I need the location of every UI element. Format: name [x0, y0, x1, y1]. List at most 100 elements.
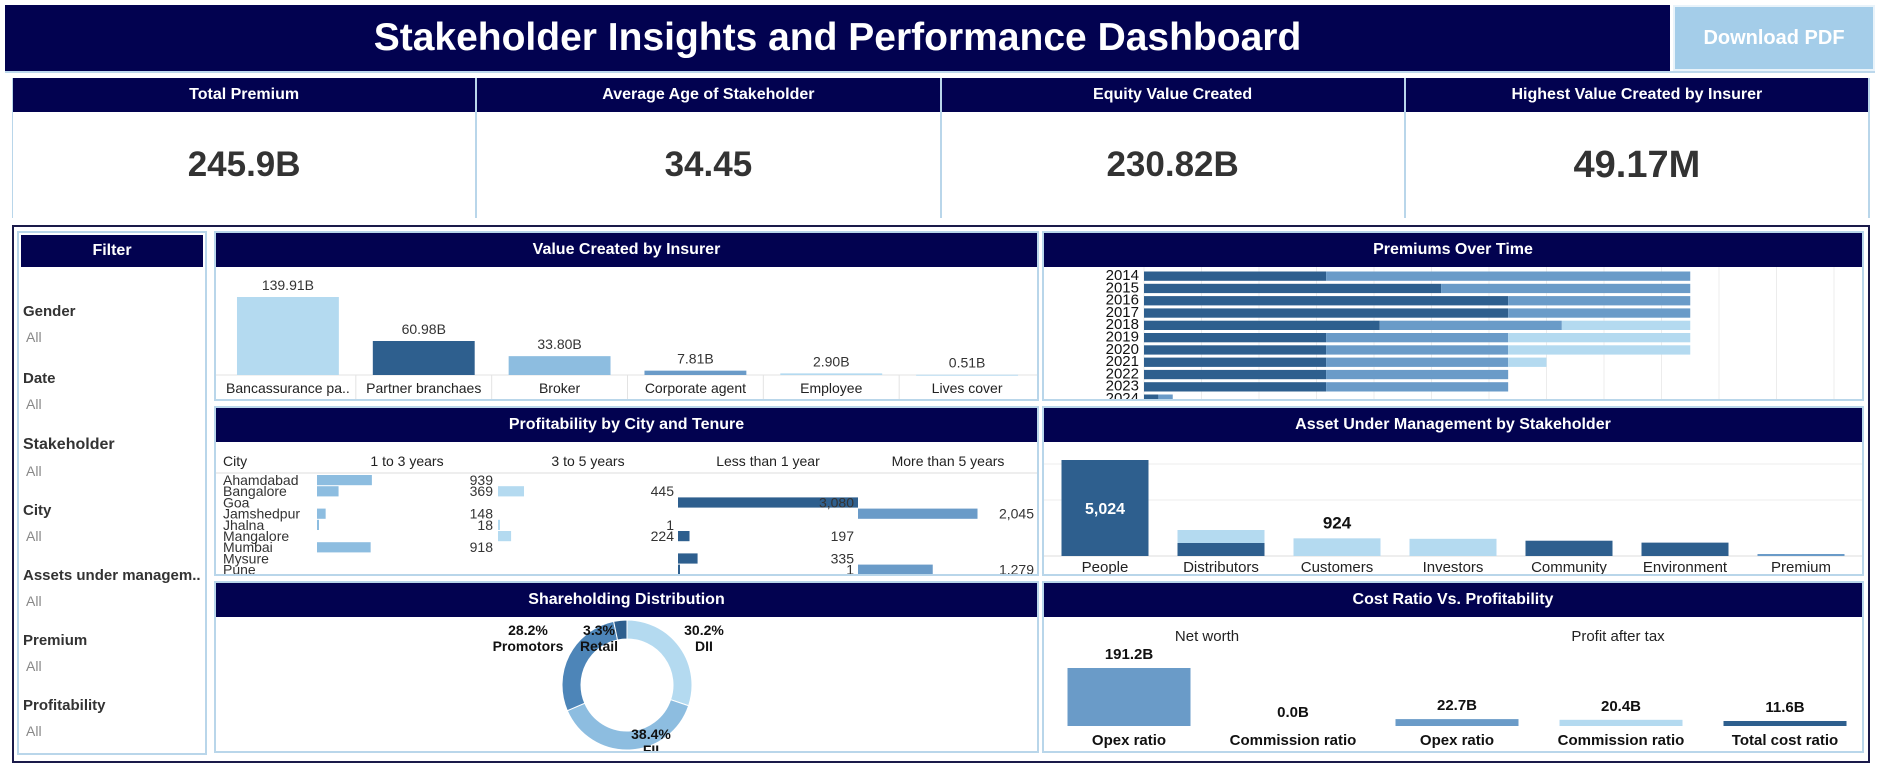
bar-segment: [1144, 320, 1380, 330]
bar: [1525, 540, 1613, 556]
panel-title: Shareholding Distribution: [216, 583, 1037, 617]
year-label: 2024: [1106, 390, 1139, 399]
bar-segment: [1326, 357, 1509, 367]
tick-label: Community: [1531, 559, 1607, 574]
bar-segment: [1508, 296, 1691, 306]
data-label: 11.6B: [1765, 699, 1804, 716]
tick-label: Investors: [1423, 559, 1484, 574]
data-label: 445: [651, 483, 675, 499]
cost-ratio-chart: Net worth Profit after tax 191.2B Opex rati…: [1067, 628, 1847, 749]
bar-segment: [1508, 345, 1691, 355]
filter-label: Profitability: [23, 697, 106, 714]
tick-label: Employee: [800, 380, 862, 396]
tick-label: Premium: [1771, 559, 1831, 574]
bar-segment: [1508, 308, 1691, 318]
bar: [858, 564, 933, 574]
kpi-label: Equity Value Created: [941, 78, 1404, 112]
profit-city-panel: Profitability by City and Tenure City 1 t…: [214, 406, 1039, 576]
bar: [372, 341, 475, 375]
tick-label: Corporate agent: [645, 380, 746, 396]
tick-label: Partner branchaes: [366, 380, 481, 396]
data-label: 0.0B: [1277, 704, 1309, 721]
bar-segment: [1144, 357, 1327, 367]
bar-segment: [1144, 369, 1327, 380]
tick-label: Commission ratio: [1558, 732, 1685, 749]
column-header: More than 5 years: [892, 453, 1005, 469]
bar-segment: [1144, 345, 1327, 355]
data-label: 918: [470, 539, 494, 555]
filter-value[interactable]: All: [26, 593, 201, 609]
slice-label: Promotors: [493, 638, 564, 654]
value-insurer-panel: Value Created by Insurer 139.91B Bancassu…: [214, 231, 1039, 401]
profit-city-chart: City 1 to 3 years 3 to 5 years Less than 1 …: [216, 453, 1037, 574]
slice-percent: 38.4%: [631, 726, 671, 742]
header-divider: [5, 71, 1875, 73]
filter-value[interactable]: All: [26, 723, 106, 739]
bar: [498, 531, 512, 542]
tick-label: Lives cover: [932, 380, 1003, 396]
bar: [317, 475, 372, 486]
bar-segment: [1508, 357, 1547, 367]
bar: [916, 374, 1019, 376]
bar: [317, 486, 339, 497]
download-pdf-button[interactable]: Download PDF: [1673, 5, 1875, 71]
aum-panel: Asset Under Management by Stakeholder 5,…: [1042, 406, 1864, 576]
filter-stakeholder[interactable]: Stakeholder All: [23, 436, 115, 479]
kpi-row: Total Premium 245.9B Average Age of Stak…: [12, 78, 1870, 218]
kpi-label: Highest Value Created by Insurer: [1405, 78, 1868, 112]
filter-label: City: [23, 502, 52, 519]
bar-segment: [1144, 382, 1327, 392]
filter-profitability[interactable]: Profitability All: [23, 697, 106, 739]
bar: [317, 519, 319, 530]
data-label: 0.51B: [949, 355, 986, 371]
bar: [1559, 719, 1683, 726]
bar: [858, 508, 978, 519]
data-label: 924: [1323, 513, 1352, 532]
filter-value[interactable]: All: [26, 658, 87, 674]
data-label: 191.2B: [1105, 646, 1154, 663]
data-label: 33.80B: [537, 336, 581, 352]
slice-percent: 28.2%: [508, 622, 548, 638]
kpi-average-age: Average Age of Stakeholder 34.45: [477, 78, 942, 218]
data-label: 20.4B: [1601, 698, 1641, 715]
data-label: 60.98B: [402, 321, 446, 337]
bar: [498, 486, 525, 497]
filter-date[interactable]: Date All: [23, 370, 56, 412]
tick-label: Total cost ratio: [1732, 732, 1838, 749]
kpi-equity-value: Equity Value Created 230.82B: [941, 78, 1406, 218]
filter-premium[interactable]: Premium All: [23, 632, 87, 674]
tick-label: People: [1082, 559, 1129, 574]
column-header: 1 to 3 years: [370, 453, 443, 469]
bar-segment: [1508, 333, 1691, 343]
tick-label: Environment: [1643, 559, 1728, 574]
data-label: 2.90B: [813, 353, 850, 369]
kpi-label: Total Premium: [13, 78, 476, 112]
bar-segment: [1158, 394, 1173, 399]
value-insurer-chart: 139.91B Bancassurance pa.. 60.98B Partner b…: [216, 277, 1037, 399]
filter-assets[interactable]: Assets under managem.. All: [23, 567, 201, 609]
filter-city[interactable]: City All: [23, 502, 51, 544]
bar: [1641, 542, 1729, 556]
slice-label: DII: [695, 638, 713, 654]
kpi-value: 49.17M: [1573, 143, 1701, 186]
data-label: 2,045: [999, 506, 1034, 522]
filter-value[interactable]: All: [26, 463, 115, 479]
panel-title: Asset Under Management by Stakeholder: [1044, 408, 1862, 442]
data-label: 1: [846, 562, 854, 574]
premiums-time-chart: 2014201520162017201820192020202120222023…: [1106, 267, 1835, 399]
kpi-value: 245.9B: [187, 145, 301, 184]
filter-value[interactable]: All: [26, 329, 76, 345]
bar: [780, 373, 883, 375]
filter-gender[interactable]: Gender All: [23, 303, 76, 345]
filter-value[interactable]: All: [26, 528, 51, 544]
bar-segment: [1144, 394, 1159, 399]
filter-value[interactable]: All: [26, 396, 56, 412]
bar-segment: [1144, 271, 1327, 281]
filter-label: Stakeholder: [23, 436, 115, 453]
data-label: 369: [470, 483, 494, 499]
slice-label: Retail: [580, 638, 618, 654]
panel-title: Cost Ratio Vs. Profitability: [1044, 583, 1862, 617]
filter-label: Gender: [23, 303, 76, 320]
tick-label: Broker: [539, 380, 581, 396]
group-label: Profit after tax: [1571, 628, 1665, 645]
